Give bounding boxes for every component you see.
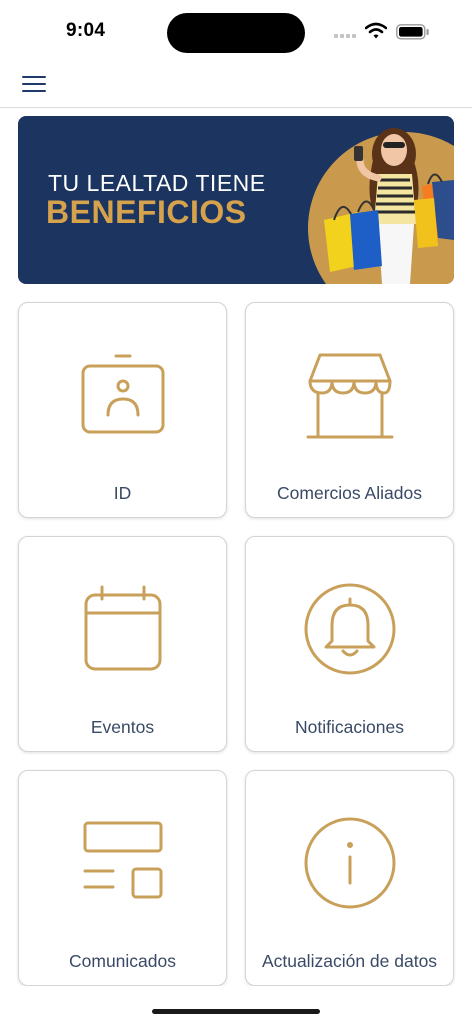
banner-headline: TU LEALTAD TIENE (48, 170, 266, 196)
info-icon (304, 817, 395, 909)
layout-icon (83, 821, 162, 899)
bottom-safe-area (0, 986, 472, 1024)
nav-bar (0, 64, 472, 108)
shopping-woman-illustration (308, 128, 454, 284)
tile-eventos[interactable]: Eventos (18, 536, 227, 752)
menu-line (22, 90, 46, 92)
menu-line (22, 83, 46, 85)
tile-label: Eventos (90, 717, 155, 737)
menu-line (22, 76, 46, 78)
tile-comercios-aliados[interactable]: Comercios Aliados (245, 302, 454, 518)
status-bar: 9:04 (0, 0, 472, 64)
tile-actualizacion-de-datos[interactable]: Actualización de datos (245, 770, 454, 986)
tile-id[interactable]: ID (18, 302, 227, 518)
dynamic-island (167, 13, 305, 53)
status-time: 9:04 (66, 20, 106, 41)
tile-label: Comercios Aliados (277, 483, 422, 503)
store-icon (306, 353, 393, 439)
wifi-icon (365, 22, 387, 39)
tile-label: ID (113, 483, 132, 503)
bell-icon (304, 583, 395, 675)
tile-notificaciones[interactable]: Notificaciones (245, 536, 454, 752)
home-indicator[interactable] (152, 1009, 320, 1014)
calendar-icon (84, 585, 161, 671)
tile-comunicados[interactable]: Comunicados (18, 770, 227, 986)
tile-label: Notificaciones (295, 717, 404, 737)
tile-label: Actualización de datos (261, 951, 438, 971)
id-badge-icon (81, 354, 164, 434)
promo-banner[interactable]: TU LEALTAD TIENE BENEFICIOS (18, 116, 454, 284)
tile-label: Comunicados (69, 951, 176, 971)
banner-subheadline: BENEFICIOS (46, 194, 247, 230)
signal-icon (334, 34, 356, 38)
battery-icon (396, 24, 429, 40)
hamburger-menu-button[interactable] (20, 72, 50, 98)
